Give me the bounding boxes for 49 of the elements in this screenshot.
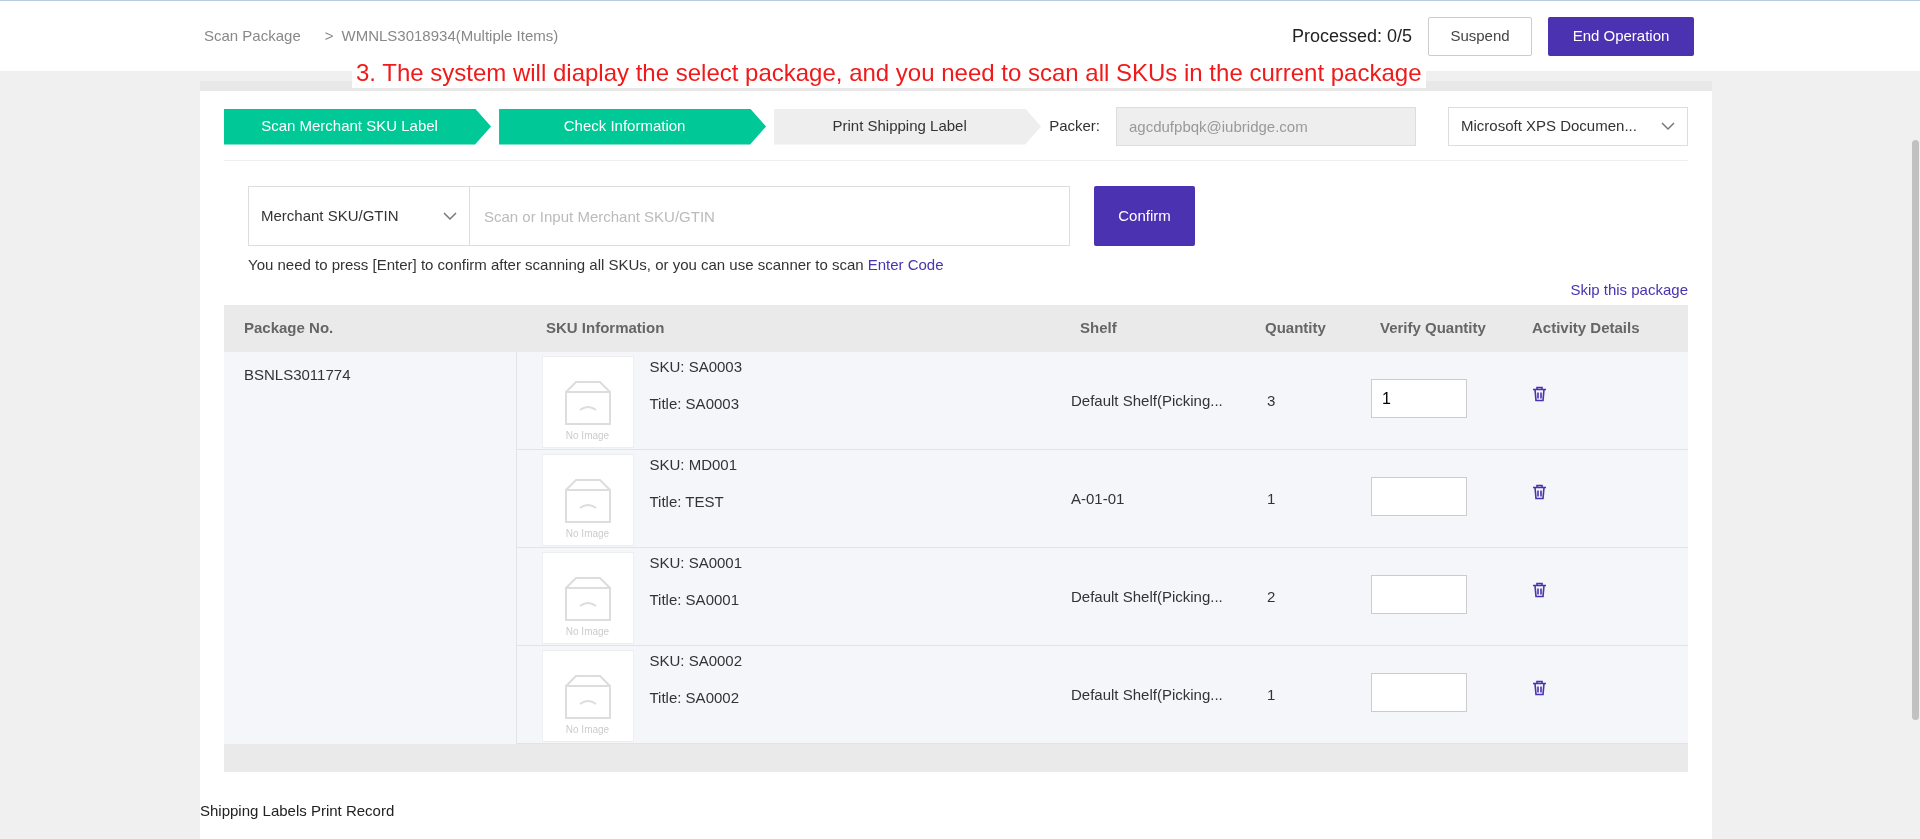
breadcrumb-separator: >	[324, 25, 334, 46]
shelf-text: A-01-01	[1071, 490, 1125, 507]
package-number: BSNLS3011774	[244, 366, 351, 383]
packer-label: Packer:	[1049, 116, 1100, 137]
quantity-text: 1	[1267, 490, 1276, 507]
sku-text: SKU: SA0003	[649, 357, 743, 377]
processed-count: Processed: 0/5	[1291, 24, 1412, 48]
breadcrumb-link[interactable]: Scan Package	[204, 24, 301, 48]
chevron-down-icon	[1661, 122, 1675, 131]
sku-text: SKU: SA0001	[649, 553, 743, 573]
skip-package-link[interactable]: Skip this package	[1570, 278, 1688, 301]
quantity-text: 1	[1267, 686, 1276, 703]
column-header: Shelf	[1070, 305, 1255, 352]
section-title: Shipping Labels Print Record	[200, 801, 396, 821]
breadcrumb-current: WMNLS3018934(Multiple Items)	[341, 25, 559, 46]
shelf-text: Default Shelf(Picking...	[1071, 686, 1223, 703]
suspend-button[interactable]: Suspend	[1428, 16, 1532, 56]
title-text: Title: SA0003	[649, 393, 740, 414]
verify-quantity-field[interactable]	[1371, 575, 1467, 614]
verify-quantity-field[interactable]: 1	[1371, 379, 1467, 418]
sku-text: SKU: MD001	[649, 455, 738, 475]
verify-quantity-field[interactable]	[1371, 673, 1467, 712]
quantity-text: 2	[1267, 588, 1276, 605]
confirm-button[interactable]: Confirm	[1094, 186, 1195, 246]
title-text: Title: SA0001	[649, 589, 740, 610]
title-text: Title: SA0002	[649, 687, 740, 708]
shelf-text: Default Shelf(Picking...	[1071, 392, 1223, 409]
column-header: SKU Information	[516, 305, 1070, 352]
sku-text: SKU: SA0002	[649, 651, 743, 671]
quantity-text: 3	[1267, 392, 1276, 409]
verify-quantity-field[interactable]	[1371, 477, 1467, 516]
title-text: Title: TEST	[649, 491, 725, 512]
enter-code-link[interactable]: Enter Code	[867, 254, 944, 277]
delete-icon[interactable]	[1532, 386, 1547, 403]
shelf-text: Default Shelf(Picking...	[1071, 588, 1223, 605]
delete-icon[interactable]	[1532, 484, 1547, 501]
printer-select[interactable]: Microsoft XPS Documen...	[1448, 107, 1688, 146]
scan-field[interactable]: Scan or Input Merchant SKU/GTIN	[470, 186, 1070, 246]
column-header: Verify Quantity	[1370, 305, 1522, 352]
hint-text: You need to press [Enter] to confirm after scanning all SKUs, or you can use scanner to scan	[248, 255, 864, 275]
column-header: Package No.	[224, 305, 516, 352]
column-header: Activity Details	[1522, 305, 1688, 352]
delete-icon[interactable]	[1532, 680, 1547, 697]
scrollbar[interactable]	[1912, 140, 1919, 720]
column-header: Quantity	[1255, 305, 1370, 352]
chevron-down-icon	[443, 211, 457, 221]
type-select[interactable]: Merchant SKU/GTIN	[248, 186, 470, 246]
delete-icon[interactable]	[1532, 582, 1547, 599]
end-operation-button[interactable]: End Operation	[1548, 16, 1694, 56]
